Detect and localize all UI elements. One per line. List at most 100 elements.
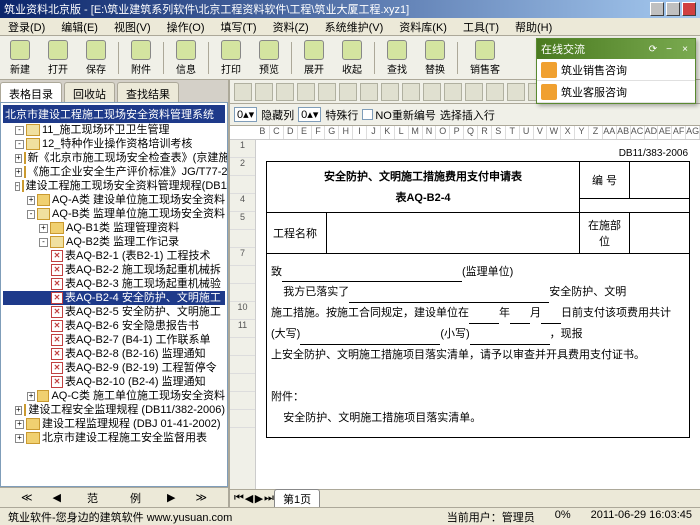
menu-login[interactable]: 登录(D) [4, 18, 49, 36]
doc-tb-btn[interactable] [276, 83, 294, 101]
hide-col-spinner[interactable]: 0 ▴▾ [234, 107, 257, 122]
tree-item[interactable]: +北京市建设工程施工安全监督用表 [3, 431, 225, 445]
page-prev-icon[interactable]: ◀ [244, 492, 254, 505]
menu-operate[interactable]: 操作(O) [163, 18, 209, 36]
menu-help[interactable]: 帮助(H) [511, 18, 556, 36]
tree-item[interactable]: +建设工程监理规程 (DBJ 01-41-2002) [3, 417, 225, 431]
page-first-icon[interactable]: ⏮ [234, 492, 244, 505]
tree-item[interactable]: -12_特种作业操作资格培训考核 [3, 137, 225, 151]
document-page[interactable]: DB11/383-2006 安全防护、文明施工措施费用支付申请表表AQ-B2-4… [256, 140, 700, 489]
tree-item[interactable]: ✕表AQ-B2-8 (B2-16) 监理通知 [3, 347, 225, 361]
expand-icon[interactable]: + [15, 406, 22, 415]
nav-next-label[interactable]: 例 [124, 489, 147, 507]
tb-attach[interactable]: 附件 [125, 38, 157, 78]
expand-icon[interactable]: + [15, 434, 24, 443]
nav-first-icon[interactable]: ≪ [21, 491, 33, 504]
tb-collapse[interactable]: 收起 [336, 38, 368, 78]
expand-icon[interactable]: + [15, 168, 22, 177]
tb-save[interactable]: 保存 [80, 38, 112, 78]
tb-print[interactable]: 打印 [215, 38, 247, 78]
expand-icon[interactable]: + [27, 392, 35, 401]
tb-find[interactable]: 查找 [381, 38, 413, 78]
expand-icon[interactable]: - [15, 126, 24, 135]
tb-replace[interactable]: 替换 [419, 38, 451, 78]
tab-recycle[interactable]: 回收站 [64, 82, 115, 102]
tb-info[interactable]: 信息 [170, 38, 202, 78]
doc-tb-btn[interactable] [465, 83, 483, 101]
tree-item[interactable]: -AQ-B类 监理单位施工现场安全资料 [3, 207, 225, 221]
minimize-button[interactable] [650, 2, 664, 16]
tree-view[interactable]: 北京市建设工程施工现场安全资料管理系统 -11_施工现场环卫卫生管理-12_特种… [0, 102, 228, 487]
project-name-field[interactable] [327, 212, 580, 253]
tree-item[interactable]: +建设工程安全监理规程 (DB11/382-2006) [3, 403, 225, 417]
special-row-spinner[interactable]: 0 ▴▾ [298, 107, 321, 122]
page-tab[interactable]: 第1页 [274, 489, 320, 507]
doc-tb-btn[interactable] [318, 83, 336, 101]
tree-header[interactable]: 北京市建设工程施工现场安全资料管理系统 [3, 105, 225, 123]
doc-tb-btn[interactable] [234, 83, 252, 101]
doc-tb-btn[interactable] [381, 83, 399, 101]
nav-last-icon[interactable]: ≫ [195, 491, 207, 504]
number-field2[interactable] [580, 199, 690, 212]
chat-refresh-icon[interactable]: ⟳ [647, 43, 659, 55]
doc-tb-btn[interactable] [360, 83, 378, 101]
expand-icon[interactable]: + [39, 224, 48, 233]
page-next-icon[interactable]: ▶ [254, 492, 264, 505]
expand-icon[interactable]: - [15, 182, 20, 191]
tree-item[interactable]: ✕表AQ-B2-1 (表B2-1) 工程技术 [3, 249, 225, 263]
tree-item[interactable]: +AQ-A类 建设单位施工现场安全资料 [3, 193, 225, 207]
tb-new[interactable]: 新建 [4, 38, 36, 78]
chat-row-sales[interactable]: 筑业销售咨询 [537, 59, 695, 81]
doc-tb-btn[interactable] [339, 83, 357, 101]
menu-view[interactable]: 视图(V) [110, 18, 155, 36]
tree-item[interactable]: +《施工企业安全生产评价标准》JG/T77-20 [3, 165, 225, 179]
renumber-checkbox[interactable]: NO重新编号 [362, 107, 436, 123]
nav-prev-icon[interactable]: ◀ [53, 491, 61, 504]
doc-tb-btn[interactable] [486, 83, 504, 101]
location-field[interactable] [630, 212, 690, 253]
menu-tools[interactable]: 工具(T) [459, 18, 503, 36]
number-field[interactable] [630, 162, 690, 199]
tree-item[interactable]: ✕表AQ-B2-7 (B4-1) 工作联系单 [3, 333, 225, 347]
menu-fill[interactable]: 填写(T) [217, 18, 261, 36]
tree-item[interactable]: ✕表AQ-B2-3 施工现场起重机械验 [3, 277, 225, 291]
chat-close-icon[interactable]: × [679, 43, 691, 55]
expand-icon[interactable]: - [15, 140, 24, 149]
close-button[interactable] [682, 2, 696, 16]
insert-row-label[interactable]: 选择插入行 [440, 107, 495, 123]
tree-item[interactable]: ✕表AQ-B2-9 (B2-19) 工程暂停令 [3, 361, 225, 375]
tb-open[interactable]: 打开 [42, 38, 74, 78]
tree-item[interactable]: +AQ-B1类 监理管理资料 [3, 221, 225, 235]
tree-item[interactable]: ✕表AQ-B2-4 安全防护、文明施工 [3, 291, 225, 305]
tb-sales[interactable]: 销售客 [464, 38, 506, 78]
expand-icon[interactable]: - [27, 210, 35, 219]
doc-tb-btn[interactable] [507, 83, 525, 101]
tree-item[interactable]: +新《北京市施工现场安全检查表》(京建施 [3, 151, 225, 165]
maximize-button[interactable] [666, 2, 680, 16]
tree-item[interactable]: -建设工程施工现场安全资料管理规程(DB11/ [3, 179, 225, 193]
menu-library[interactable]: 资料库(K) [395, 18, 451, 36]
doc-tb-btn[interactable] [423, 83, 441, 101]
tb-preview[interactable]: 预览 [253, 38, 285, 78]
menu-material[interactable]: 资料(Z) [269, 18, 313, 36]
nav-prev-label[interactable]: 范 [81, 489, 104, 507]
tree-item[interactable]: -AQ-B2类 监理工作记录 [3, 235, 225, 249]
doc-tb-btn[interactable] [255, 83, 273, 101]
nav-next-icon[interactable]: ▶ [167, 491, 175, 504]
chat-minimize-icon[interactable]: − [663, 43, 675, 55]
doc-tb-btn[interactable] [444, 83, 462, 101]
tree-item[interactable]: ✕表AQ-B2-6 安全隐患报告书 [3, 319, 225, 333]
menu-maintain[interactable]: 系统维护(V) [321, 18, 388, 36]
tb-expand[interactable]: 展开 [298, 38, 330, 78]
form-body[interactable]: 致(监理单位) 我方已落实了安全防护、文明 施工措施。按施工合同规定，建设单位在… [267, 254, 689, 437]
expand-icon[interactable]: + [15, 154, 22, 163]
tree-item[interactable]: ✕表AQ-B2-2 施工现场起重机械拆 [3, 263, 225, 277]
page-last-icon[interactable]: ⏭ [264, 492, 274, 505]
doc-tb-btn[interactable] [297, 83, 315, 101]
menu-edit[interactable]: 编辑(E) [57, 18, 102, 36]
expand-icon[interactable]: + [27, 196, 35, 205]
expand-icon[interactable]: + [15, 420, 24, 429]
tree-item[interactable]: +AQ-C类 施工单位施工现场安全资料 [3, 389, 225, 403]
tree-item[interactable]: -11_施工现场环卫卫生管理 [3, 123, 225, 137]
expand-icon[interactable]: - [39, 238, 48, 247]
